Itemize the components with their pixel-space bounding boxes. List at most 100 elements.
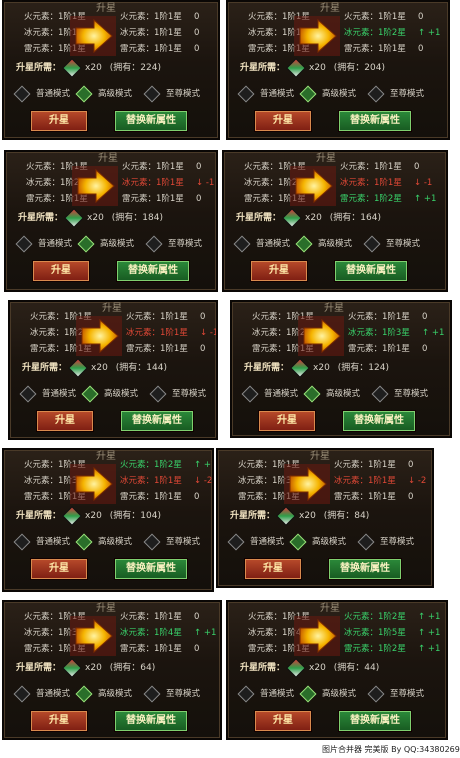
replace-attribute-button[interactable]: 替换新属性 (114, 558, 188, 580)
mode-advanced[interactable]: 高级模式 (289, 533, 346, 550)
diamond-radio-icon[interactable] (367, 685, 385, 702)
mode-advanced[interactable]: 高级模式 (295, 235, 352, 252)
cost-label: 升星所需： (240, 663, 286, 673)
mode-normal[interactable]: 普通模式 (13, 685, 70, 702)
upgrade-button[interactable]: 升星 (30, 710, 88, 732)
upgrade-button[interactable]: 升星 (250, 260, 308, 282)
diamond-radio-icon[interactable] (289, 533, 307, 550)
arrow-right-icon (298, 316, 344, 356)
owned-count: (拥有：224) (109, 63, 161, 73)
mode-advanced[interactable]: 高级模式 (75, 85, 133, 102)
mode-supreme[interactable]: 至尊模式 (143, 685, 200, 702)
diamond-radio-icon[interactable] (237, 685, 255, 702)
diamond-radio-icon[interactable] (303, 385, 321, 402)
diamond-radio-icon[interactable] (75, 533, 93, 550)
diamond-radio-icon[interactable] (19, 385, 37, 402)
diamond-radio-icon[interactable] (77, 235, 95, 252)
upgrade-button[interactable]: 升星 (30, 110, 88, 132)
mode-advanced[interactable]: 高级模式 (75, 533, 132, 550)
diamond-radio-icon[interactable] (367, 85, 385, 102)
diamond-radio-icon[interactable] (13, 85, 31, 102)
mode-supreme[interactable]: 至尊模式 (371, 385, 429, 402)
diamond-radio-icon[interactable] (81, 385, 99, 402)
mode-advanced[interactable]: 高级模式 (299, 85, 357, 102)
upgrade-button[interactable]: 升星 (254, 710, 312, 732)
mode-normal[interactable]: 普通模式 (233, 235, 290, 252)
diamond-radio-icon[interactable] (75, 685, 93, 702)
diamond-radio-icon[interactable] (149, 385, 167, 402)
diamond-radio-icon[interactable] (357, 533, 375, 550)
mode-normal[interactable]: 普通模式 (15, 235, 72, 252)
mode-supreme[interactable]: 至尊模式 (367, 85, 424, 102)
upgrade-button[interactable]: 升星 (32, 260, 90, 282)
delta-value: 0 (422, 312, 428, 322)
diamond-radio-icon[interactable] (227, 533, 245, 550)
mode-supreme[interactable]: 至尊模式 (149, 385, 206, 402)
mode-advanced[interactable]: 高级模式 (303, 385, 360, 402)
mode-advanced[interactable]: 高级模式 (299, 685, 356, 702)
attribute-delta: 0 (408, 458, 428, 472)
replace-attribute-button[interactable]: 替换新属性 (334, 260, 408, 282)
mode-normal[interactable]: 普通模式 (13, 533, 70, 550)
diamond-radio-icon[interactable] (241, 385, 259, 402)
mode-advanced-label: 高级模式 (322, 89, 357, 99)
mode-advanced[interactable]: 高级模式 (77, 235, 134, 252)
attribute-delta: ↑ +1 (418, 642, 440, 656)
replace-attribute-button[interactable]: 替换新属性 (328, 558, 402, 580)
cost-label: 升星所需： (16, 511, 62, 521)
mode-supreme[interactable]: 至尊模式 (143, 85, 201, 102)
mode-supreme-label: 至尊模式 (394, 389, 429, 399)
diamond-radio-icon[interactable] (363, 235, 381, 252)
diamond-radio-icon[interactable] (145, 235, 163, 252)
diamond-radio-icon[interactable] (75, 85, 93, 102)
delta-value: 0 (408, 492, 414, 502)
attribute-delta: ↓ -1 (196, 176, 216, 190)
diamond-radio-icon[interactable] (13, 685, 31, 702)
mode-supreme-label: 至尊模式 (166, 89, 201, 99)
mode-supreme[interactable]: 至尊模式 (363, 235, 420, 252)
mode-normal[interactable]: 普通模式 (19, 385, 76, 402)
diamond-radio-icon[interactable] (143, 685, 161, 702)
diamond-radio-icon[interactable] (299, 85, 317, 102)
mode-supreme[interactable]: 至尊模式 (357, 533, 414, 550)
delta-value: 0 (194, 44, 200, 54)
mode-normal[interactable]: 普通模式 (241, 385, 298, 402)
mode-advanced-label: 高级模式 (98, 89, 133, 99)
up-arrow-icon: ↑ (418, 612, 428, 622)
replace-attribute-button[interactable]: 替换新属性 (114, 110, 188, 132)
replace-attribute-button[interactable]: 替换新属性 (338, 710, 412, 732)
mode-advanced[interactable]: 高级模式 (75, 685, 132, 702)
up-arrow-icon: ↑ (422, 328, 432, 338)
upgrade-button[interactable]: 升星 (36, 410, 94, 432)
mode-normal[interactable]: 普通模式 (237, 85, 294, 102)
mode-supreme[interactable]: 至尊模式 (143, 533, 200, 550)
star-upgrade-panel: 升星 火元素：1阶1星 火元素：1阶1星 0 冰元素：1阶2星 冰元素：1阶3星 ↑ +1 雷… (230, 300, 452, 438)
merge-credit: 图片合并器 完美版 By QQ:343802696 (322, 745, 460, 754)
upgrade-button[interactable]: 升星 (244, 558, 302, 580)
mode-normal[interactable]: 普通模式 (227, 533, 284, 550)
replace-attribute-button[interactable]: 替换新属性 (120, 410, 194, 432)
upgrade-button[interactable]: 升星 (258, 410, 316, 432)
diamond-radio-icon[interactable] (233, 235, 251, 252)
diamond-radio-icon[interactable] (237, 85, 255, 102)
replace-attribute-button[interactable]: 替换新属性 (116, 260, 190, 282)
cost-quantity: x20 (309, 63, 326, 73)
delta-value: 0 (418, 12, 424, 22)
diamond-radio-icon[interactable] (143, 533, 161, 550)
replace-attribute-button[interactable]: 替换新属性 (114, 710, 188, 732)
mode-normal[interactable]: 普通模式 (237, 685, 294, 702)
replace-attribute-button[interactable]: 替换新属性 (342, 410, 416, 432)
mode-normal[interactable]: 普通模式 (13, 85, 70, 102)
diamond-radio-icon[interactable] (13, 533, 31, 550)
diamond-radio-icon[interactable] (371, 385, 389, 402)
diamond-radio-icon[interactable] (143, 85, 161, 102)
mode-supreme[interactable]: 至尊模式 (367, 685, 424, 702)
diamond-radio-icon[interactable] (295, 235, 313, 252)
mode-supreme[interactable]: 至尊模式 (145, 235, 202, 252)
diamond-radio-icon[interactable] (15, 235, 33, 252)
diamond-radio-icon[interactable] (299, 685, 317, 702)
upgrade-button[interactable]: 升星 (30, 558, 88, 580)
replace-attribute-button[interactable]: 替换新属性 (338, 110, 412, 132)
upgrade-button[interactable]: 升星 (254, 110, 312, 132)
mode-advanced[interactable]: 高级模式 (81, 385, 138, 402)
